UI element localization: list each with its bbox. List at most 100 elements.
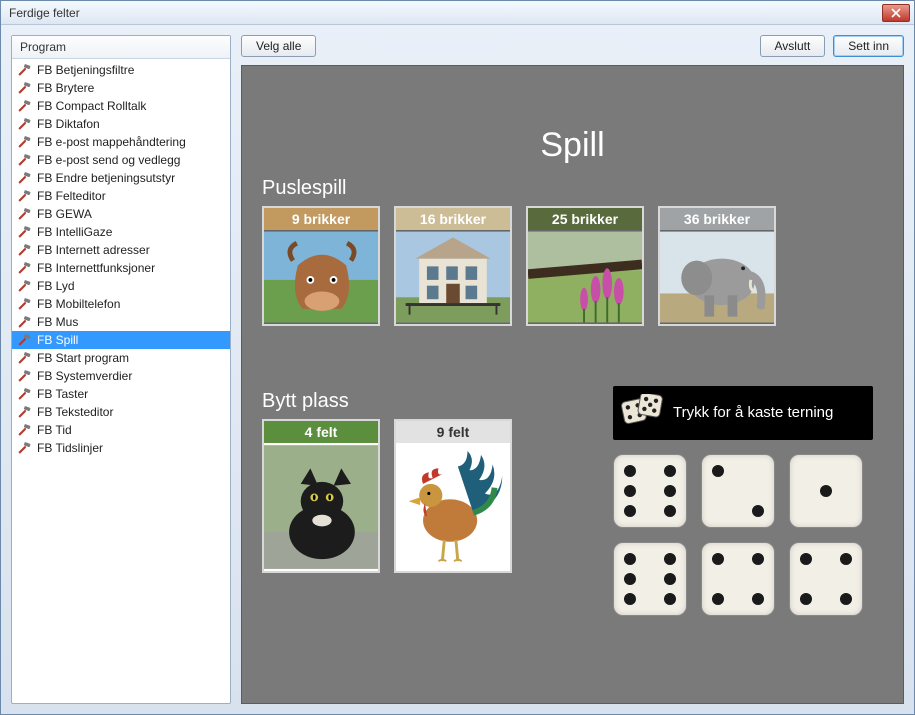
card-image (264, 230, 378, 324)
dice-banner-label: Trykk for å kaste terning (673, 404, 833, 422)
die-pip (712, 465, 724, 477)
card-header: 9 brikker (264, 208, 378, 230)
sidebar-item-label: FB Brytere (37, 80, 94, 96)
die[interactable] (701, 454, 775, 528)
sidebar-item[interactable]: FB Taster (12, 385, 230, 403)
sidebar-item-label: FB Endre betjeningsutstyr (37, 170, 175, 186)
hammer-icon (18, 297, 32, 311)
main-panel: Velg alle Avslutt Sett inn Spill Puslesp… (241, 35, 904, 704)
puzzle-card[interactable]: 16 brikker (394, 206, 512, 326)
die[interactable] (613, 454, 687, 528)
puzzle-card[interactable]: 9 brikker (262, 206, 380, 326)
hammer-icon (18, 387, 32, 401)
sidebar-item[interactable]: FB e-post send og vedlegg (12, 151, 230, 169)
hammer-icon (18, 135, 32, 149)
die[interactable] (613, 542, 687, 616)
hammer-icon (18, 423, 32, 437)
sidebar-item[interactable]: FB e-post mappehåndtering (12, 133, 230, 151)
die[interactable] (789, 454, 863, 528)
hammer-icon (18, 117, 32, 131)
die-pip (624, 553, 636, 565)
die-pip (752, 553, 764, 565)
hammer-icon (18, 153, 32, 167)
titlebar: Ferdige felter (1, 1, 914, 25)
sidebar-item[interactable]: FB Internett adresser (12, 241, 230, 259)
sidebar-item[interactable]: FB Tidslinjer (12, 439, 230, 457)
sidebar-item[interactable]: FB Mobiltelefon (12, 295, 230, 313)
insert-button[interactable]: Sett inn (833, 35, 904, 57)
die[interactable] (789, 542, 863, 616)
card-header: 16 brikker (396, 208, 510, 230)
hammer-icon (18, 243, 32, 257)
swap-card[interactable]: 4 felt (262, 419, 380, 573)
puzzle-card[interactable]: 25 brikker (526, 206, 644, 326)
die-pip (664, 505, 676, 517)
puzzle-card[interactable]: 36 brikker (658, 206, 776, 326)
die-pip (624, 573, 636, 585)
sidebar-item[interactable]: FB Start program (12, 349, 230, 367)
hammer-icon (18, 315, 32, 329)
sidebar-item-label: FB Compact Rolltalk (37, 98, 146, 114)
die-pip (712, 593, 724, 605)
sidebar-item[interactable]: FB Felteditor (12, 187, 230, 205)
sidebar-item[interactable]: FB Betjeningsfiltre (12, 61, 230, 79)
sidebar-item-label: FB Lyd (37, 278, 75, 294)
hammer-icon (18, 63, 32, 77)
sidebar-item[interactable]: FB Spill (12, 331, 230, 349)
sidebar-item-label: FB Taster (37, 386, 88, 402)
sidebar-item-label: FB Spill (37, 332, 78, 348)
card-header: 36 brikker (660, 208, 774, 230)
sidebar-item-label: FB Internettfunksjoner (37, 260, 155, 276)
die-pip (624, 593, 636, 605)
sidebar-item-label: FB e-post send og vedlegg (37, 152, 180, 168)
sidebar-item[interactable]: FB GEWA (12, 205, 230, 223)
sidebar-item[interactable]: FB Internettfunksjoner (12, 259, 230, 277)
sidebar-header: Program (12, 36, 230, 59)
close-icon (891, 8, 901, 18)
die-pip (752, 505, 764, 517)
card-header: 4 felt (264, 421, 378, 443)
close-button[interactable] (882, 4, 910, 22)
content: Program FB Betjeningsfiltre FB Brytere FB … (1, 25, 914, 714)
hammer-icon (18, 405, 32, 419)
sidebar-item-label: FB Diktafon (37, 116, 100, 132)
sidebar-item-label: FB Betjeningsfiltre (37, 62, 134, 78)
die[interactable] (701, 542, 775, 616)
sidebar-item[interactable]: FB Endre betjeningsutstyr (12, 169, 230, 187)
sidebar-item[interactable]: FB Lyd (12, 277, 230, 295)
swap-card[interactable]: 9 felt (394, 419, 512, 573)
sidebar-item-label: FB Felteditor (37, 188, 106, 204)
sidebar-item-label: FB Start program (37, 350, 129, 366)
select-all-button[interactable]: Velg alle (241, 35, 316, 57)
dice-banner[interactable]: Trykk for å kaste terning (613, 386, 873, 440)
sidebar-item[interactable]: FB Diktafon (12, 115, 230, 133)
die-pip (664, 553, 676, 565)
die-pip (664, 573, 676, 585)
sidebar-item[interactable]: FB IntelliGaze (12, 223, 230, 241)
card-image (528, 230, 642, 324)
exit-button[interactable]: Avslutt (760, 35, 826, 57)
die-pip (664, 593, 676, 605)
sidebar-item[interactable]: FB Teksteditor (12, 403, 230, 421)
hammer-icon (18, 441, 32, 455)
die-pip (624, 505, 636, 517)
sidebar-item[interactable]: FB Systemverdier (12, 367, 230, 385)
sidebar-item[interactable]: FB Mus (12, 313, 230, 331)
sidebar-item[interactable]: FB Tid (12, 421, 230, 439)
die-pip (624, 465, 636, 477)
card-image (396, 443, 510, 571)
card-image (264, 443, 378, 571)
sidebar-item[interactable]: FB Brytere (12, 79, 230, 97)
puzzle-row: 9 brikker 16 brikker 25 brikker 36 brikker (262, 206, 883, 326)
sidebar-item-label: FB e-post mappehåndtering (37, 134, 186, 150)
card-header: 9 felt (396, 421, 510, 443)
dice-area: Trykk for å kaste terning (613, 386, 873, 616)
hammer-icon (18, 333, 32, 347)
sidebar-item-label: FB Systemverdier (37, 368, 132, 384)
canvas-title: Spill (262, 126, 883, 165)
hammer-icon (18, 279, 32, 293)
sidebar-item[interactable]: FB Compact Rolltalk (12, 97, 230, 115)
hammer-icon (18, 81, 32, 95)
sidebar-item-label: FB Mus (37, 314, 78, 330)
sidebar-item-label: FB Tidslinjer (37, 440, 103, 456)
